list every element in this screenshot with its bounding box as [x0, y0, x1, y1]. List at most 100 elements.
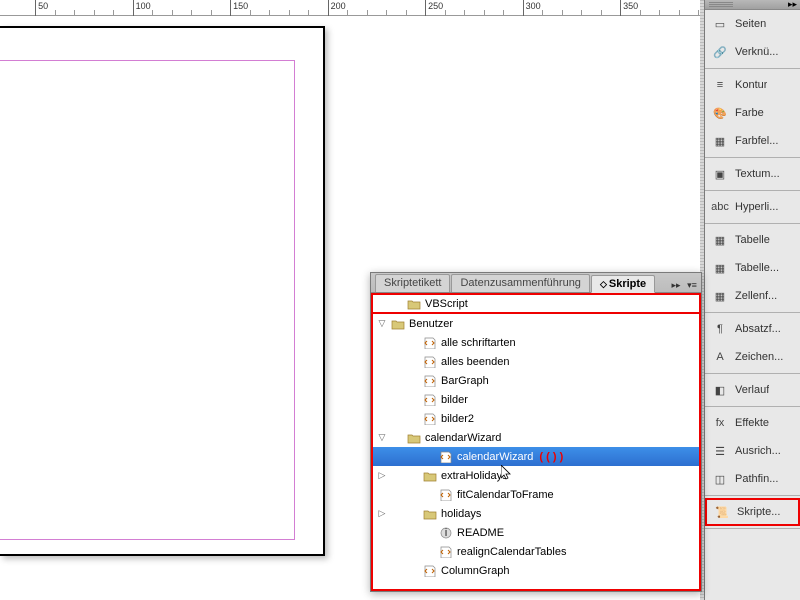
tree-row-columngraph[interactable]: ColumnGraph — [373, 561, 699, 580]
scripts-tree[interactable]: VBScript Benutzer alle schriftarten alles b… — [371, 293, 701, 591]
tree-row-bilder2[interactable]: bilder2 — [373, 409, 699, 428]
panel-more-icon[interactable]: ▸▸ — [669, 278, 683, 292]
panel-tabs: Skriptetikett Datenzusammenführung ◇Skript… — [371, 273, 701, 293]
tree-item-label: README — [457, 527, 504, 539]
tree-row-vbscript[interactable]: VBScript — [373, 295, 699, 314]
tree-item-label: calendarWizard — [425, 432, 501, 444]
tree-item-label: ColumnGraph — [441, 565, 509, 577]
dock-item-label: Zellenf... — [735, 290, 777, 302]
charstyles-icon: A — [711, 349, 729, 365]
align-icon: ☰ — [711, 443, 729, 459]
tree-row-calendarwizard[interactable]: calendarWizard — [373, 428, 699, 447]
dock-item-farbe[interactable]: 🎨Farbe — [705, 99, 800, 127]
table-icon: ▦ — [711, 232, 729, 248]
script-icon — [438, 545, 454, 559]
horizontal-ruler: 50100150200250300350 — [0, 0, 700, 16]
panel-menu-icon[interactable]: ▾≡ — [685, 278, 699, 292]
script-icon — [422, 355, 438, 369]
dock-item-tabelle[interactable]: ▦ Tabelle... — [705, 254, 800, 282]
tree-row-alles-beenden[interactable]: alles beenden — [373, 352, 699, 371]
folder-icon — [422, 507, 438, 521]
tree-item-label: holidays — [441, 508, 481, 520]
dock-item-label: Textum... — [735, 168, 780, 180]
script-icon — [422, 336, 438, 350]
tree-item-label: BarGraph — [441, 375, 489, 387]
dock-item-label: Tabelle... — [735, 262, 779, 274]
pages-icon: ▭ — [711, 16, 729, 32]
dock-item-zeichen[interactable]: A Zeichen... — [705, 343, 800, 371]
tree-row-benutzer[interactable]: Benutzer — [373, 314, 699, 333]
dock-header: ▸▸ — [705, 0, 800, 10]
tree-row-calendarwizard[interactable]: calendarWizard( ( ) ) — [373, 447, 699, 466]
tree-row-alle-schriftarten[interactable]: alle schriftarten — [373, 333, 699, 352]
dock-item-absatzf[interactable]: ¶ Absatzf... — [705, 315, 800, 343]
tab-label: Skripte — [609, 278, 646, 290]
script-icon — [422, 412, 438, 426]
tree-item-label: realignCalendarTables — [457, 546, 566, 558]
tree-row-realigncalendartables[interactable]: realignCalendarTables — [373, 542, 699, 561]
textwrap-icon: ▣ — [711, 166, 729, 182]
dock-item-tabelle[interactable]: ▦Tabelle — [705, 226, 800, 254]
folder-icon — [406, 297, 422, 311]
stroke-icon: ≡ — [711, 77, 729, 93]
collapse-icon[interactable]: ▸▸ — [788, 0, 797, 10]
dock-item-verkn[interactable]: 🔗Verknü... — [705, 38, 800, 66]
script-icon — [438, 488, 454, 502]
dock-item-label: Kontur — [735, 79, 767, 91]
script-icon — [438, 450, 454, 464]
tree-item-label: extraHolidays — [441, 470, 508, 482]
dock-item-label: Zeichen... — [735, 351, 783, 363]
dock-item-pathfin[interactable]: ◫Pathfin... — [705, 465, 800, 493]
disclosure-triangle-icon[interactable] — [377, 432, 387, 443]
dock-item-kontur[interactable]: ≡ Kontur — [705, 71, 800, 99]
panel-tab-skripte[interactable]: ◇Skripte — [591, 275, 655, 293]
dock-item-verlauf[interactable]: ◧Verlauf — [705, 376, 800, 404]
tablestyles-icon: ▦ — [711, 260, 729, 276]
tree-item-label: alle schriftarten — [441, 337, 516, 349]
disclosure-triangle-icon[interactable] — [377, 470, 387, 481]
dock-item-label: Pathfin... — [735, 473, 778, 485]
folder-icon — [390, 317, 406, 331]
parastyles-icon: ¶ — [711, 321, 729, 337]
effects-icon: fx — [711, 415, 729, 431]
dock-item-ausrich[interactable]: ☰ Ausrich... — [705, 437, 800, 465]
dock-item-textum[interactable]: ▣ Textum... — [705, 160, 800, 188]
dock-item-effekte[interactable]: fx Effekte — [705, 409, 800, 437]
dock-item-label: Effekte — [735, 417, 769, 429]
dock-item-hyperli[interactable]: abcHyperli... — [705, 193, 800, 221]
dock-item-label: Seiten — [735, 18, 766, 30]
folder-icon — [406, 431, 422, 445]
dock-item-seiten[interactable]: ▭ Seiten — [705, 10, 800, 38]
tree-item-label: calendarWizard — [457, 451, 533, 463]
panel-tab-skriptetikett[interactable]: Skriptetikett — [375, 274, 450, 292]
color-icon: 🎨 — [711, 105, 729, 121]
dock-item-label: Absatzf... — [735, 323, 781, 335]
tree-row-readme[interactable]: README — [373, 523, 699, 542]
script-icon — [422, 393, 438, 407]
tree-row-bilder[interactable]: bilder — [373, 390, 699, 409]
panel-tab-datenzusammenführung[interactable]: Datenzusammenführung — [451, 274, 589, 292]
folder-icon — [422, 469, 438, 483]
panel-dock: ▸▸ ▭ Seiten 🔗Verknü... ≡ Kontur 🎨Farbe ▦ Farbfe… — [704, 0, 800, 600]
script-icon — [422, 564, 438, 578]
disclosure-triangle-icon[interactable] — [377, 508, 387, 519]
file-icon — [438, 526, 454, 540]
swatches-icon: ▦ — [711, 133, 729, 149]
dock-item-label: Ausrich... — [735, 445, 781, 457]
dock-item-skripte[interactable]: 📜Skripte... — [705, 498, 800, 526]
tree-row-extraholidays[interactable]: extraHolidays — [373, 466, 699, 485]
dock-item-farbfel[interactable]: ▦ Farbfel... — [705, 127, 800, 155]
page — [0, 26, 325, 556]
dock-item-label: Verknü... — [735, 46, 778, 58]
disclosure-triangle-icon[interactable] — [377, 318, 387, 329]
tab-label: Datenzusammenführung — [460, 277, 580, 289]
tree-item-label: Benutzer — [409, 318, 453, 330]
dock-item-label: Farbfel... — [735, 135, 778, 147]
dock-item-zellenf[interactable]: ▦Zellenf... — [705, 282, 800, 310]
tree-row-bargraph[interactable]: BarGraph — [373, 371, 699, 390]
gradient-icon: ◧ — [711, 382, 729, 398]
scripts-icon: 📜 — [713, 504, 731, 520]
margin-guide — [0, 60, 295, 540]
tree-row-holidays[interactable]: holidays — [373, 504, 699, 523]
tree-row-fitcalendartoframe[interactable]: fitCalendarToFrame — [373, 485, 699, 504]
